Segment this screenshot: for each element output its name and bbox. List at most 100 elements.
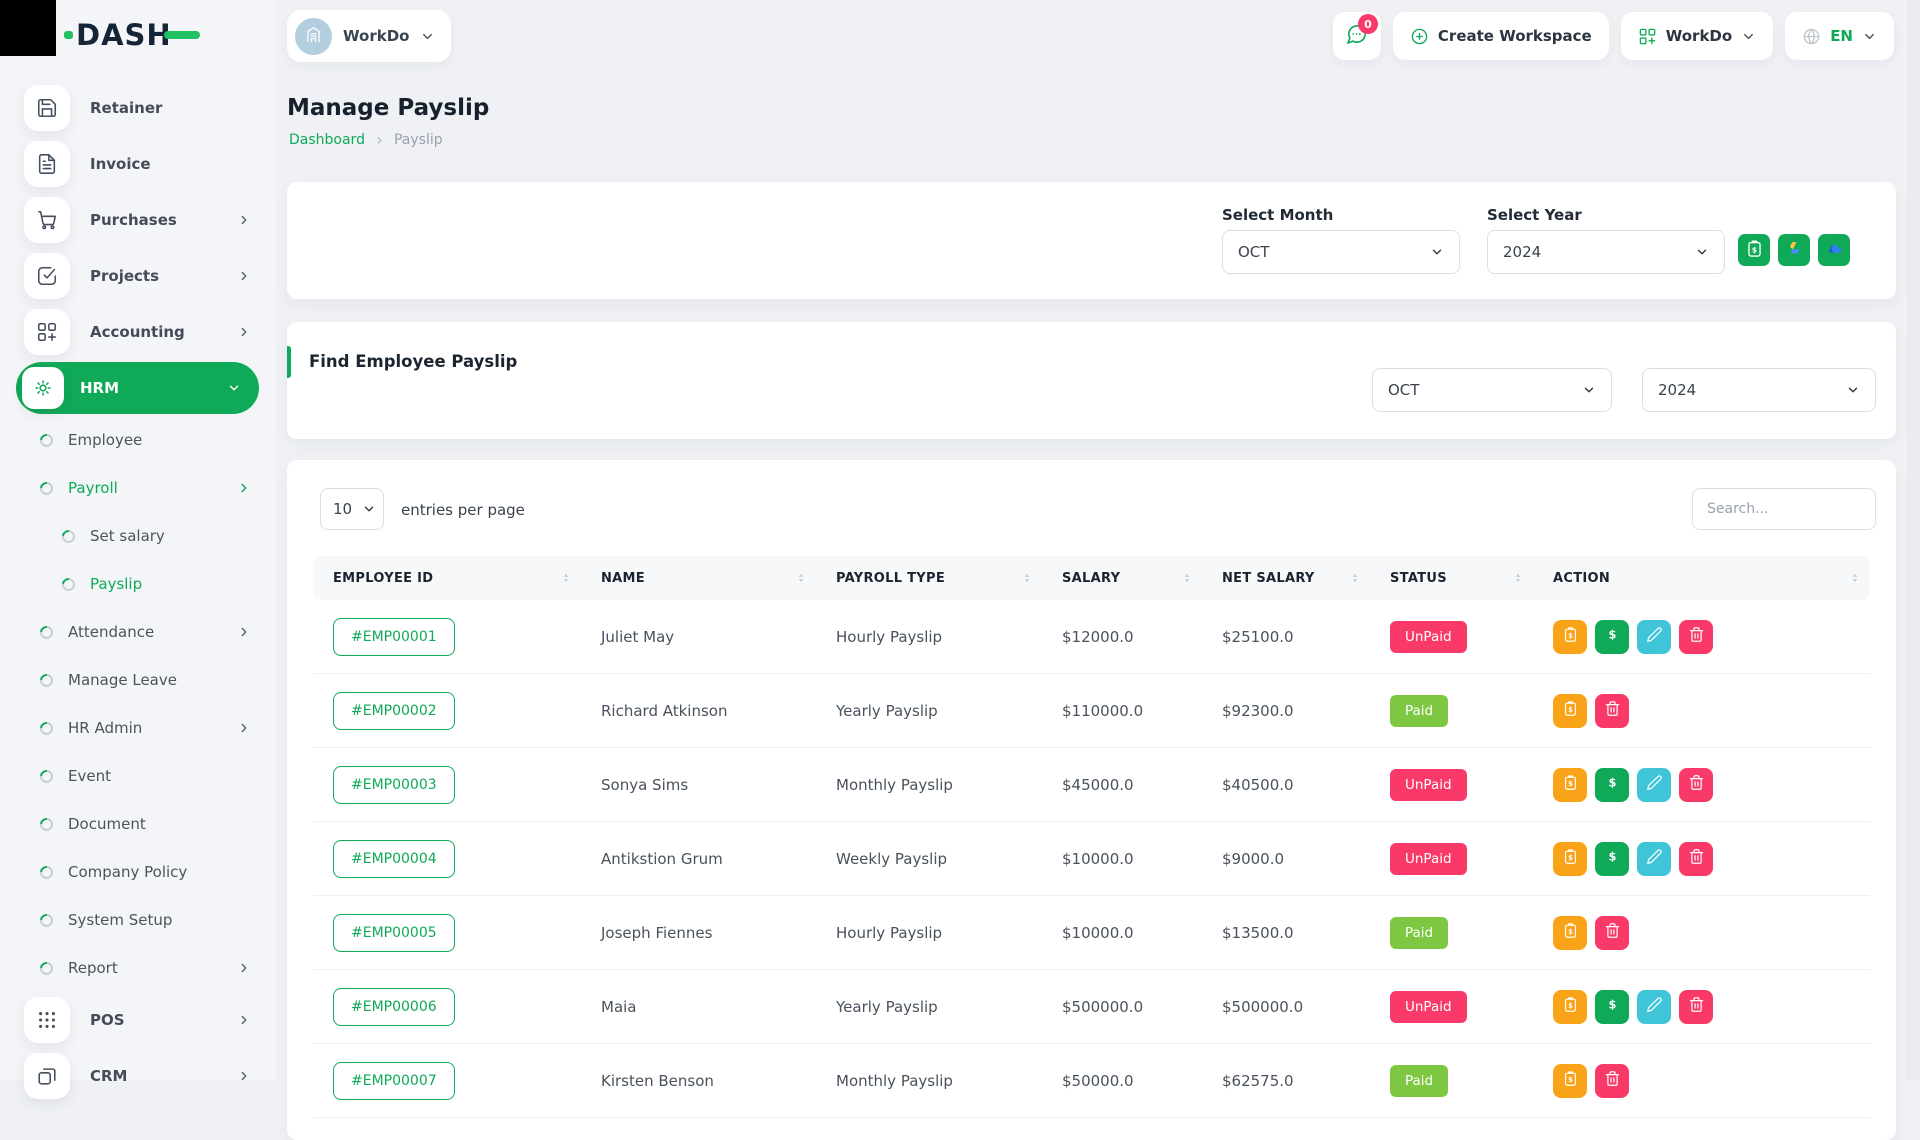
create-workspace-button[interactable]: Create Workspace <box>1393 12 1609 60</box>
sidebar-item-event[interactable]: Event <box>0 752 275 800</box>
breadcrumb-dashboard-link[interactable]: Dashboard <box>289 132 365 148</box>
payslip-button[interactable]: $ <box>1553 916 1587 950</box>
delete-button[interactable] <box>1679 620 1713 654</box>
svg-text:$: $ <box>1608 997 1616 1011</box>
trash-icon <box>1604 700 1621 721</box>
find-month-select[interactable]: OCT <box>1372 368 1612 412</box>
delete-button[interactable] <box>1595 1064 1629 1098</box>
find-section-title: Find Employee Payslip <box>309 352 517 371</box>
payslip-button[interactable]: $ <box>1553 694 1587 728</box>
bullet-icon <box>37 479 55 497</box>
column-header-name[interactable]: NAME <box>581 556 816 600</box>
employee-id-link[interactable]: #EMP00005 <box>333 914 455 952</box>
delete-button[interactable] <box>1679 768 1713 802</box>
salary: $500000.0 <box>1042 970 1202 1044</box>
dollar-icon: $ <box>1604 848 1621 869</box>
select-month-label: Select Month <box>1222 206 1333 224</box>
sidebar-item-hr-admin[interactable]: HR Admin <box>0 704 275 752</box>
payslip-button[interactable]: $ <box>1553 990 1587 1024</box>
column-header-status[interactable]: STATUS <box>1370 556 1533 600</box>
search-input[interactable] <box>1692 488 1876 530</box>
employee-id-link[interactable]: #EMP00007 <box>333 1062 455 1100</box>
clipboard-dollar-icon: $ <box>1562 1070 1579 1091</box>
bullet-icon <box>37 959 55 977</box>
payslip-button[interactable]: $ <box>1553 620 1587 654</box>
sidebar-item-accounting[interactable]: Accounting <box>0 304 275 360</box>
page-size-select[interactable]: 10 <box>320 488 384 530</box>
sidebar-item-payslip[interactable]: Payslip <box>0 560 275 608</box>
sidebar-item-hrm[interactable]: HRM <box>16 362 259 414</box>
payslip-button[interactable]: $ <box>1553 768 1587 802</box>
sidebar-item-employee[interactable]: Employee <box>0 416 275 464</box>
sidebar-item-pos[interactable]: POS <box>0 992 275 1048</box>
pay-button[interactable]: $ <box>1595 620 1629 654</box>
column-header-action[interactable]: ACTION <box>1533 556 1870 600</box>
employee-id-link[interactable]: #EMP00004 <box>333 840 455 878</box>
pay-button[interactable]: $ <box>1595 768 1629 802</box>
breadcrumb-current: Payslip <box>394 132 443 148</box>
column-header-employee-id[interactable]: EMPLOYEE ID <box>313 556 581 600</box>
sort-icon <box>1511 571 1525 585</box>
sidebar-item-company-policy[interactable]: Company Policy <box>0 848 275 896</box>
sidebar-item-retainer[interactable]: Retainer <box>0 80 275 136</box>
dollar-icon: $ <box>1604 626 1621 647</box>
pay-button[interactable]: $ <box>1595 990 1629 1024</box>
delete-button[interactable] <box>1679 990 1713 1024</box>
workspace-selector[interactable]: WorkDo <box>287 10 451 62</box>
find-year-select[interactable]: 2024 <box>1642 368 1876 412</box>
employee-id-link[interactable]: #EMP00002 <box>333 692 455 730</box>
sort-icon <box>559 571 573 585</box>
employee-id-link[interactable]: #EMP00001 <box>333 618 455 656</box>
language-selector[interactable]: EN <box>1785 12 1894 60</box>
chevron-right-icon <box>237 1013 251 1027</box>
chevron-right-icon <box>374 135 385 146</box>
sidebar-item-crm[interactable]: CRM <box>0 1048 275 1104</box>
chat-count-badge: 0 <box>1358 14 1378 34</box>
sidebar-item-payroll[interactable]: Payroll <box>0 464 275 512</box>
column-header-payroll-type[interactable]: PAYROLL TYPE <box>816 556 1042 600</box>
bullet-icon <box>37 671 55 689</box>
table-row: #EMP00002Richard AtkinsonYearly Payslip$… <box>313 674 1870 748</box>
year-select-value: 2024 <box>1503 243 1541 261</box>
sidebar-item-system-setup[interactable]: System Setup <box>0 896 275 944</box>
column-header-salary[interactable]: SALARY <box>1042 556 1202 600</box>
sidebar-item-projects[interactable]: Projects <box>0 248 275 304</box>
app-logo[interactable]: DASH <box>64 18 200 52</box>
delete-button[interactable] <box>1679 842 1713 876</box>
sidebar-item-purchases[interactable]: Purchases <box>0 192 275 248</box>
sidebar-item-invoice[interactable]: Invoice <box>0 136 275 192</box>
edit-button[interactable] <box>1637 768 1671 802</box>
column-header-net-salary[interactable]: NET SALARY <box>1202 556 1370 600</box>
onedrive-export-button[interactable] <box>1818 234 1850 266</box>
employee-name: Richard Atkinson <box>581 674 816 748</box>
svg-text:$: $ <box>1568 780 1573 788</box>
find-employee-payslip-card: Find Employee Payslip OCT 2024 <box>287 322 1896 439</box>
bulk-payslip-button[interactable]: $ <box>1738 234 1770 266</box>
employee-id-link[interactable]: #EMP00003 <box>333 766 455 804</box>
month-select-value: OCT <box>1238 243 1269 261</box>
trash-icon <box>1688 996 1705 1017</box>
sidebar-item-attendance[interactable]: Attendance <box>0 608 275 656</box>
google-drive-export-button[interactable] <box>1778 234 1810 266</box>
delete-button[interactable] <box>1595 694 1629 728</box>
sidebar-item-report[interactable]: Report <box>0 944 275 992</box>
payroll-type: Hourly Payslip <box>816 600 1042 674</box>
pay-button[interactable]: $ <box>1595 842 1629 876</box>
sidebar-item-manage-leave[interactable]: Manage Leave <box>0 656 275 704</box>
payslip-button[interactable]: $ <box>1553 842 1587 876</box>
messenger-button[interactable]: 0 <box>1333 12 1381 60</box>
payslip-button[interactable]: $ <box>1553 1064 1587 1098</box>
sidebar-item-set-salary[interactable]: Set salary <box>0 512 275 560</box>
year-select[interactable]: 2024 <box>1487 230 1725 274</box>
month-select[interactable]: OCT <box>1222 230 1460 274</box>
delete-button[interactable] <box>1595 916 1629 950</box>
edit-button[interactable] <box>1637 842 1671 876</box>
sidebar-item-document[interactable]: Document <box>0 800 275 848</box>
employee-id-link[interactable]: #EMP00006 <box>333 988 455 1026</box>
edit-button[interactable] <box>1637 990 1671 1024</box>
edit-button[interactable] <box>1637 620 1671 654</box>
workdo-menu-button[interactable]: WorkDo <box>1621 12 1773 60</box>
bullet-icon <box>37 767 55 785</box>
employee-name: Antikstion Grum <box>581 822 816 896</box>
page-scrollbar[interactable] <box>1907 0 1920 1080</box>
